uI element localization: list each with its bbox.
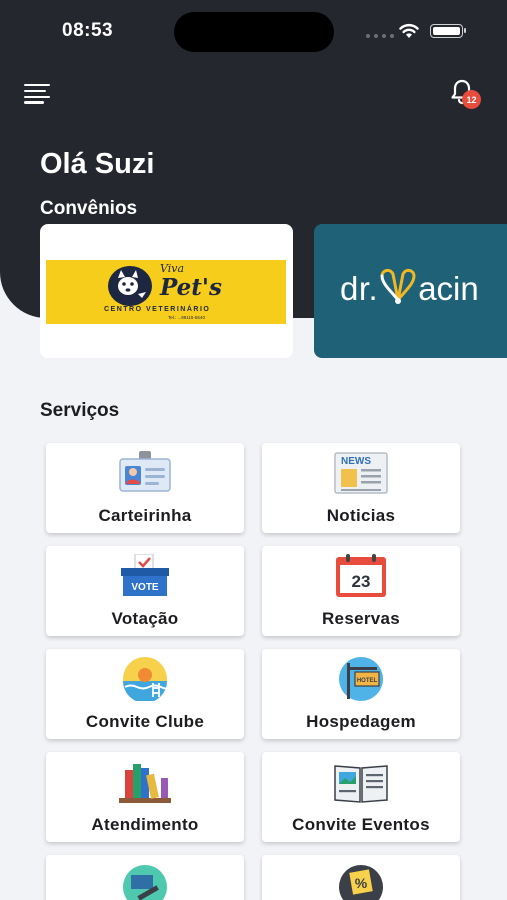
vivapets-brand: Pet's bbox=[160, 274, 222, 301]
service-card-noticias[interactable]: NEWS Noticias bbox=[262, 443, 460, 533]
service-card-convite-eventos[interactable]: Convite Eventos bbox=[262, 752, 460, 842]
services-grid: Carteirinha NEWS Noticias VOTE Votação 2… bbox=[46, 443, 462, 900]
open-book-icon bbox=[334, 765, 388, 803]
service-label: Votação bbox=[111, 609, 179, 628]
services-title: Serviços bbox=[40, 400, 120, 421]
service-card-descontos[interactable]: % bbox=[262, 855, 460, 900]
service-card-hospedagem[interactable]: HOTEL Hospedagem bbox=[262, 649, 460, 739]
service-card-carteirinha[interactable]: Carteirinha bbox=[46, 443, 244, 533]
greeting-title: Olá Suzi bbox=[40, 148, 155, 180]
service-label: Carteirinha bbox=[98, 506, 192, 525]
heart-stethoscope-icon bbox=[380, 268, 416, 304]
partners-title: Convênios bbox=[40, 198, 138, 219]
partner-card-drvacin[interactable]: dr.Vacin bbox=[314, 224, 507, 358]
service-card-votacao[interactable]: VOTE Votação bbox=[46, 546, 244, 636]
dynamic-island bbox=[174, 12, 334, 52]
service-label: Hospedagem bbox=[306, 712, 416, 731]
drvacin-logo: dr.Vacin bbox=[340, 268, 479, 307]
service-label: Atendimento bbox=[91, 815, 199, 834]
service-card-juridico[interactable] bbox=[46, 855, 244, 900]
calendar-icon: 23 bbox=[336, 554, 386, 597]
vivapets-phone: Tel.: ...99115-5540 bbox=[168, 315, 205, 320]
menu-button[interactable] bbox=[24, 84, 52, 104]
id-card-icon bbox=[119, 451, 171, 492]
svg-text:%: % bbox=[355, 875, 368, 891]
service-label: Noticias bbox=[326, 506, 396, 525]
hotel-sign-icon: HOTEL bbox=[339, 657, 383, 701]
svg-text:VOTE: VOTE bbox=[131, 582, 159, 593]
wifi-icon bbox=[399, 24, 419, 38]
discount-tag-icon: % bbox=[339, 865, 383, 900]
svg-text:HOTEL: HOTEL bbox=[357, 678, 378, 684]
service-label: Convite Eventos bbox=[292, 815, 430, 834]
books-icon bbox=[119, 764, 171, 803]
signal-icon bbox=[366, 34, 394, 38]
service-card-convite-clube[interactable]: Convite Clube bbox=[46, 649, 244, 739]
service-label: Convite Clube bbox=[85, 712, 205, 731]
partner-card-vivapets[interactable]: Viva Pet's CENTRO VETERINÁRIO Tel.: ...9… bbox=[40, 224, 293, 358]
notifications-button[interactable]: 12 bbox=[448, 78, 482, 110]
service-card-atendimento[interactable]: Atendimento bbox=[46, 752, 244, 842]
service-label: Reservas bbox=[321, 609, 401, 628]
svg-text:23: 23 bbox=[352, 572, 371, 591]
pool-icon bbox=[123, 657, 170, 701]
newspaper-icon: NEWS bbox=[334, 452, 388, 494]
gavel-icon bbox=[123, 865, 167, 900]
notification-badge: 12 bbox=[462, 90, 481, 109]
service-card-reservas[interactable]: 23 Reservas bbox=[262, 546, 460, 636]
status-time: 08:53 bbox=[62, 20, 114, 41]
svg-text:NEWS: NEWS bbox=[341, 456, 371, 467]
dog-cat-logo-icon bbox=[108, 266, 152, 306]
status-bar: 08:53 bbox=[0, 0, 507, 60]
ballot-box-icon: VOTE bbox=[121, 554, 169, 596]
vivapets-subtitle: CENTRO VETERINÁRIO bbox=[104, 306, 211, 313]
battery-icon bbox=[430, 24, 466, 38]
